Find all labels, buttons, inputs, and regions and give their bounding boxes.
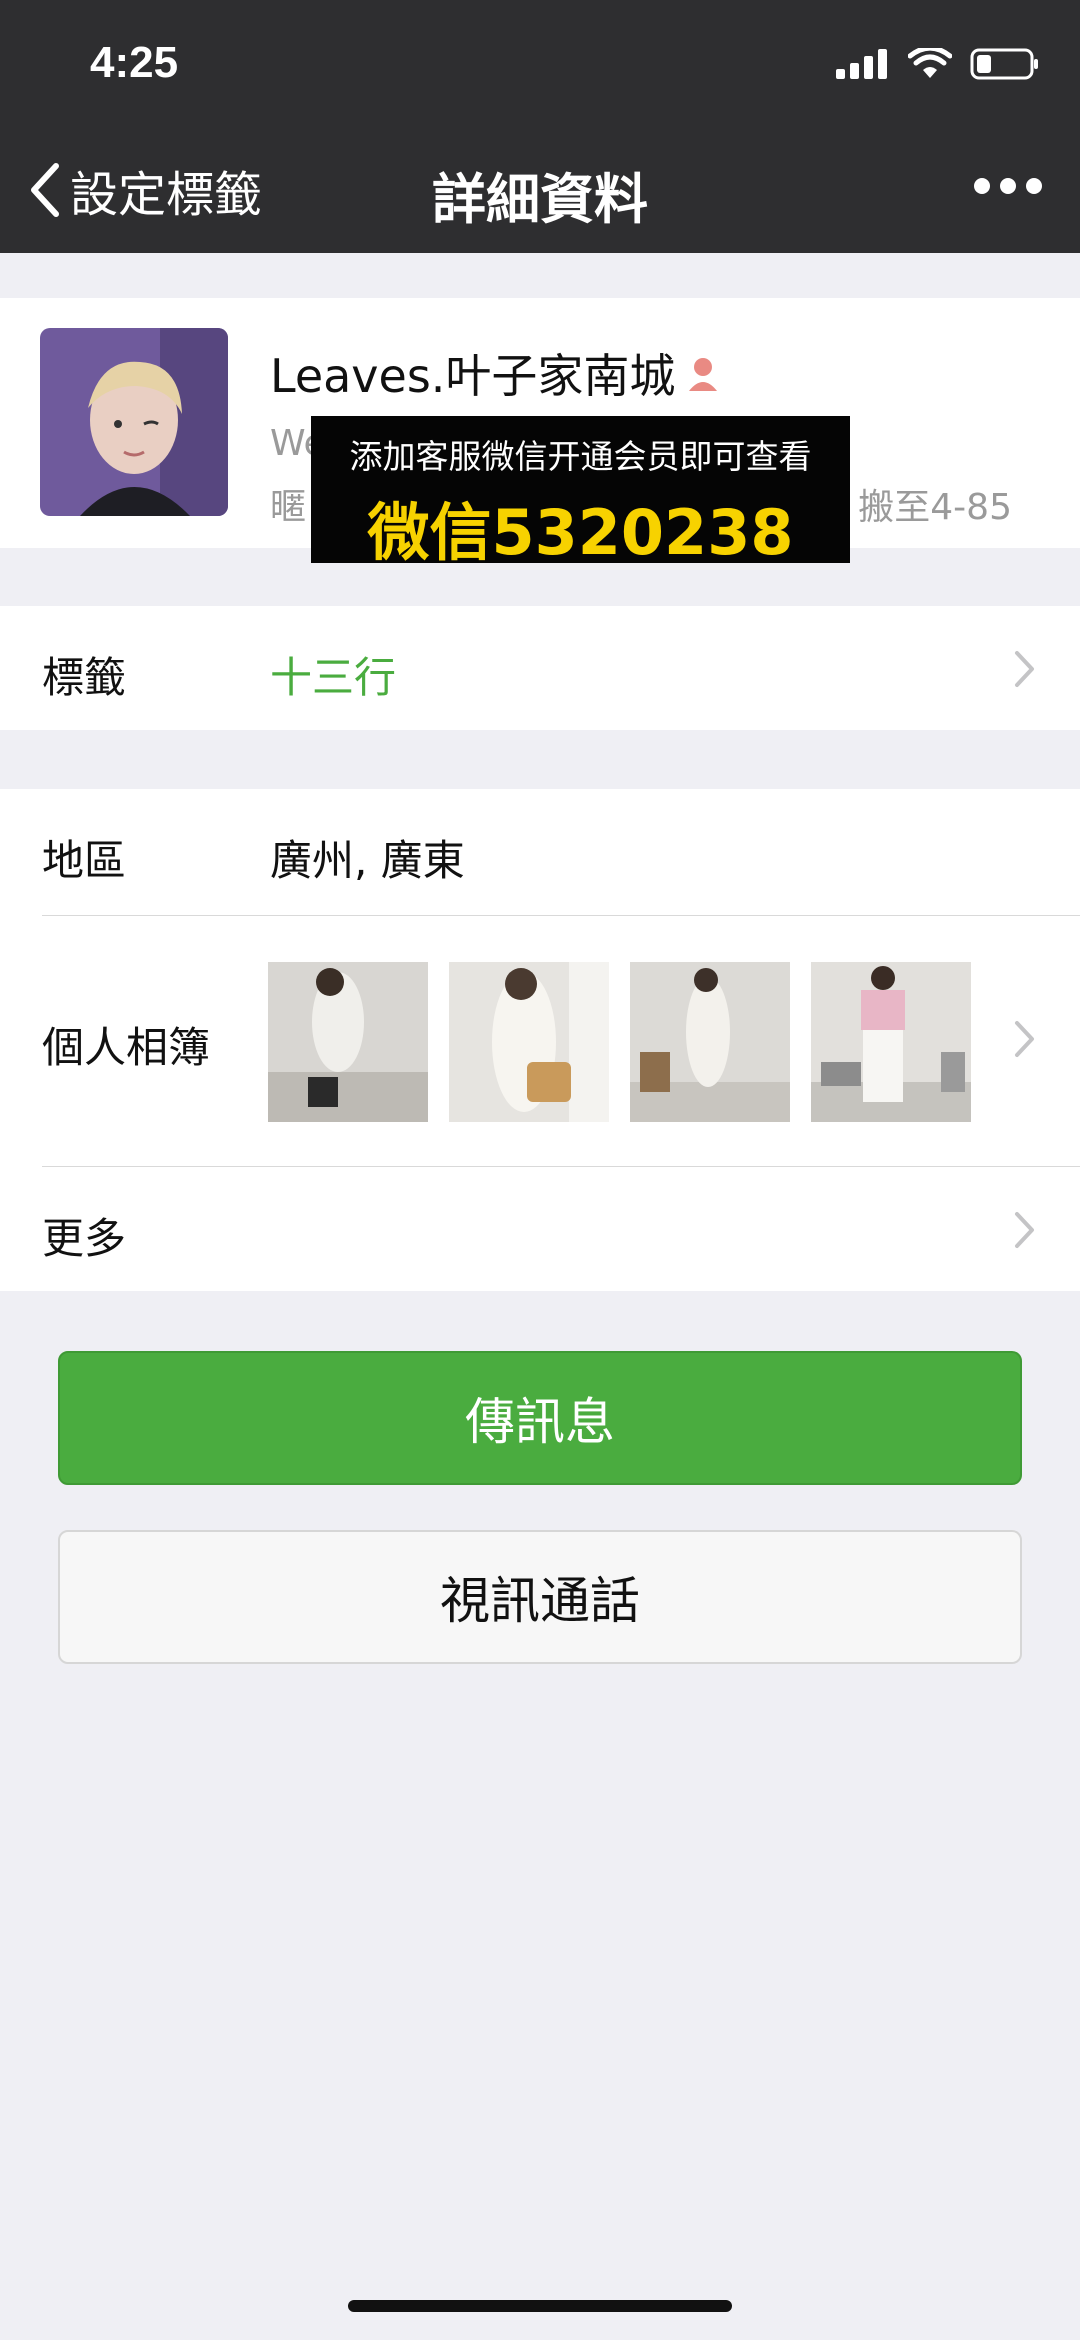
home-indicator[interactable] [348,2300,732,2312]
overlay-line2: 微信5320238 [367,496,794,569]
chevron-right-icon [1015,1212,1034,1248]
profile-note: 搬至4-85 [858,487,1012,528]
page-title: 詳細資料 [432,168,648,231]
more-dots-icon[interactable] [974,178,1042,194]
wifi-icon [908,48,952,78]
send-message-button[interactable]: 傳訊息 [58,1351,1022,1485]
album-photo[interactable] [630,962,790,1122]
overlay-line1: 添加客服微信开通会员即可查看 [349,437,812,476]
more-label: 更多 [42,1214,127,1263]
album-photo[interactable] [268,962,428,1122]
signal-icon [836,49,887,79]
more-row[interactable]: 更多 [0,1167,1080,1291]
nickname: 暱 [270,487,307,528]
album-label: 個人相簿 [42,1023,211,1072]
tag-value: 十三行 [270,653,397,702]
chevron-right-icon [1015,651,1034,687]
profile-name: Leaves.叶子家南城 [270,340,723,406]
album-photo[interactable] [811,962,971,1122]
region-value: 廣州, 廣東 [270,836,465,885]
video-call-button[interactable]: 視訊通話 [58,1530,1022,1664]
status-time: 4:25 [90,38,179,87]
top-bar: 4:25 設定標籤 詳細資料 [0,0,1080,253]
female-icon [689,358,718,391]
tag-label: 標籤 [42,653,127,702]
battery-icon [970,48,1038,80]
overlay-banner: 添加客服微信开通会员即可查看 微信5320238 [311,416,850,569]
album-photo[interactable] [449,962,609,1122]
avatar[interactable] [40,328,228,516]
region-label: 地區 [42,836,127,885]
tag-row[interactable]: 標籤 十三行 [0,606,1080,730]
chevron-right-icon [1015,1021,1034,1057]
status-icons [836,48,1040,80]
region-row: 地區 廣州, 廣東 [0,789,1080,915]
